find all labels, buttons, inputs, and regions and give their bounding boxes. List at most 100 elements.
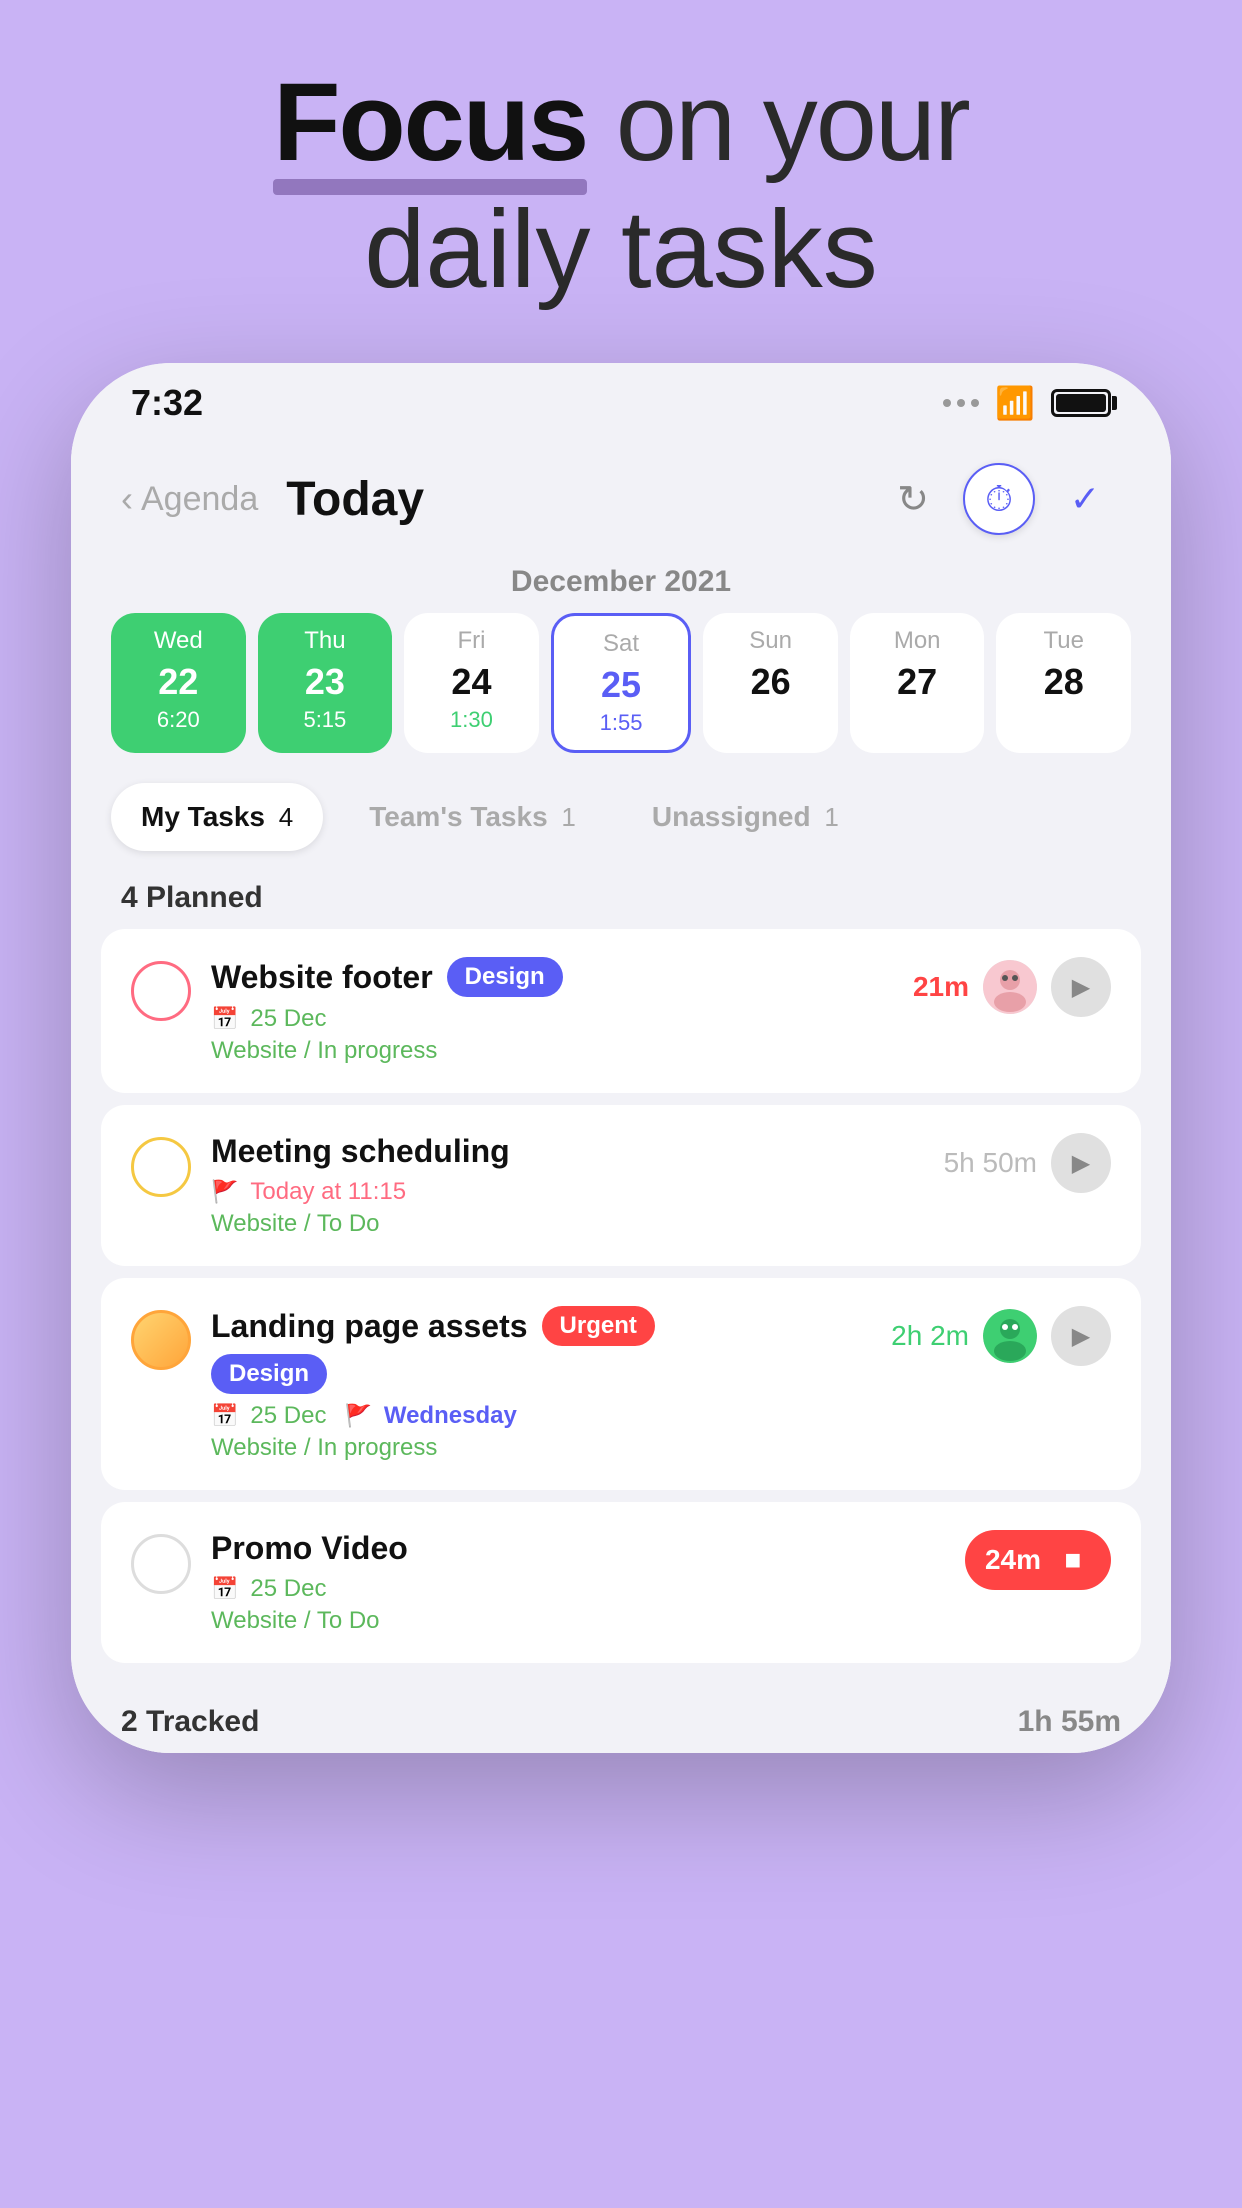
task-time-3: 2h 2m bbox=[891, 1320, 969, 1352]
tracked-total-time: 1h 55m bbox=[1018, 1705, 1121, 1739]
task-body-2: Meeting scheduling 🚩 Today at 11:15 Webs… bbox=[211, 1133, 924, 1238]
calendar-day-wed[interactable]: Wed 22 6:20 bbox=[111, 613, 246, 753]
task-actions-2: 5h 50m ▶ bbox=[944, 1133, 1111, 1193]
calendar-month: December 2021 bbox=[111, 565, 1131, 599]
tracked-title: 2 Tracked bbox=[121, 1705, 259, 1739]
task-status-1: Website / In progress bbox=[211, 1037, 893, 1065]
calendar-section: December 2021 Wed 22 6:20 Thu 23 5:15 bbox=[71, 555, 1171, 773]
task-meta-3: 📅 25 Dec 🚩 Wednesday bbox=[211, 1402, 871, 1430]
check-icon: ✓ bbox=[1070, 478, 1100, 520]
status-dots bbox=[943, 399, 979, 407]
flag-icon-3: 🚩 bbox=[344, 1403, 371, 1429]
task-project-4: Website / To Do bbox=[211, 1607, 380, 1635]
task-date-4: 25 Dec bbox=[250, 1575, 326, 1603]
task-date-1: 25 Dec bbox=[250, 1005, 326, 1033]
task-website-footer[interactable]: Website footer Design 📅 25 Dec Website /… bbox=[101, 929, 1141, 1093]
dot1 bbox=[943, 399, 951, 407]
header-line2: daily tasks bbox=[273, 187, 968, 314]
task-body-3: Landing page assets Urgent Design 📅 25 D… bbox=[211, 1306, 871, 1462]
task-right-1: 21m ▶ bbox=[913, 957, 1111, 1017]
task-project-2: Website / To Do bbox=[211, 1210, 380, 1238]
page-title: Today bbox=[286, 472, 424, 527]
header-rest: on your bbox=[587, 61, 968, 184]
task-list-section: 4 Planned Website footer Design 📅 25 Dec bbox=[71, 871, 1171, 1695]
flag-icon-2: 🚩 bbox=[211, 1179, 238, 1205]
refresh-button[interactable]: ↻ bbox=[877, 463, 949, 535]
back-icon[interactable]: ‹ bbox=[121, 478, 133, 520]
agenda-label[interactable]: Agenda bbox=[141, 480, 258, 519]
timer-button[interactable]: ⏱ bbox=[963, 463, 1035, 535]
play-button-1[interactable]: ▶ bbox=[1051, 957, 1111, 1017]
task-title-4: Promo Video bbox=[211, 1530, 408, 1567]
calendar-day-tue[interactable]: Tue 28 - bbox=[996, 613, 1131, 753]
app-content: ‹ Agenda Today ↻ ⏱ ✓ bbox=[71, 443, 1171, 1753]
task-status-3: Website / In progress bbox=[211, 1434, 871, 1462]
tracked-section: 2 Tracked 1h 55m bbox=[71, 1695, 1171, 1753]
tab-team-tasks[interactable]: Team's Tasks 1 bbox=[339, 783, 606, 851]
play-button-2[interactable]: ▶ bbox=[1051, 1133, 1111, 1193]
stop-button-4[interactable]: ■ bbox=[1055, 1542, 1091, 1578]
task-meta-1: 📅 25 Dec bbox=[211, 1005, 893, 1033]
task-status-4: Website / To Do bbox=[211, 1607, 945, 1635]
calendar-icon-4: 📅 bbox=[211, 1576, 238, 1602]
calendar-icon-3: 📅 bbox=[211, 1403, 238, 1429]
task-landing-page[interactable]: Landing page assets Urgent Design 📅 25 D… bbox=[101, 1278, 1141, 1490]
timer-badge-4[interactable]: 24m ■ bbox=[965, 1530, 1111, 1590]
task-project-3: Website / In progress bbox=[211, 1434, 437, 1462]
battery-icon bbox=[1051, 389, 1111, 417]
timer-time-4: 24m bbox=[985, 1544, 1041, 1576]
status-bar: 7:32 📶 bbox=[71, 363, 1171, 443]
task-promo-video[interactable]: Promo Video 📅 25 Dec Website / To Do 24m bbox=[101, 1502, 1141, 1663]
nav-right: ↻ ⏱ ✓ bbox=[877, 463, 1121, 535]
tab-my-tasks[interactable]: My Tasks 4 bbox=[111, 783, 323, 851]
tracked-header: 2 Tracked 1h 55m bbox=[71, 1695, 1171, 1753]
task-badge-urgent-3: Urgent bbox=[542, 1306, 655, 1346]
phone-frame: 7:32 📶 ‹ Agenda Today bbox=[71, 363, 1171, 1753]
page-header: Focus on your daily tasks bbox=[273, 60, 968, 313]
timer-icon: ⏱ bbox=[985, 478, 1013, 521]
task-checkbox-2[interactable] bbox=[131, 1137, 191, 1197]
task-right-2: 5h 50m ▶ bbox=[944, 1133, 1111, 1193]
task-checkbox-1[interactable] bbox=[131, 961, 191, 1021]
task-title-1: Website footer bbox=[211, 959, 433, 996]
task-right-3: 2h 2m ▶ bbox=[891, 1306, 1111, 1366]
task-badges-row-3: Design bbox=[211, 1354, 871, 1394]
task-checkbox-4[interactable] bbox=[131, 1534, 191, 1594]
task-status-2: Website / To Do bbox=[211, 1210, 924, 1238]
task-title-2: Meeting scheduling bbox=[211, 1133, 510, 1170]
task-avatar-1 bbox=[983, 960, 1037, 1014]
task-actions-3: 2h 2m ▶ bbox=[891, 1306, 1111, 1366]
planned-header: 4 Planned bbox=[71, 871, 1171, 929]
task-meeting-scheduling[interactable]: Meeting scheduling 🚩 Today at 11:15 Webs… bbox=[101, 1105, 1141, 1266]
calendar-day-mon[interactable]: Mon 27 - bbox=[850, 613, 985, 753]
header-focus-word: Focus bbox=[273, 60, 587, 187]
task-project-1: Website / In progress bbox=[211, 1037, 437, 1065]
planned-title: 4 Planned bbox=[121, 881, 263, 915]
task-time-2: 5h 50m bbox=[944, 1147, 1037, 1179]
task-badge-design-1: Design bbox=[447, 957, 563, 997]
play-button-3[interactable]: ▶ bbox=[1051, 1306, 1111, 1366]
task-actions-1: 21m ▶ bbox=[913, 957, 1111, 1017]
task-time-1: 21m bbox=[913, 971, 969, 1003]
checkmark-button[interactable]: ✓ bbox=[1049, 463, 1121, 535]
calendar-day-thu[interactable]: Thu 23 5:15 bbox=[258, 613, 393, 753]
tabs-section: My Tasks 4 Team's Tasks 1 Unassigned 1 bbox=[71, 773, 1171, 871]
task-meta-4: 📅 25 Dec bbox=[211, 1575, 945, 1603]
task-date-3: 25 Dec bbox=[250, 1402, 326, 1430]
calendar-day-fri[interactable]: Fri 24 1:30 bbox=[404, 613, 539, 753]
calendar-day-sun[interactable]: Sun 26 - bbox=[703, 613, 838, 753]
nav-left: ‹ Agenda Today bbox=[121, 472, 424, 527]
task-wednesday-3: Wednesday bbox=[384, 1402, 517, 1430]
task-date-2: Today at 11:15 bbox=[250, 1178, 406, 1206]
task-avatar-3 bbox=[983, 1309, 1037, 1363]
tab-unassigned[interactable]: Unassigned 1 bbox=[622, 783, 869, 851]
wifi-icon: 📶 bbox=[995, 384, 1035, 422]
calendar-days[interactable]: Wed 22 6:20 Thu 23 5:15 Fri 24 1:30 bbox=[111, 613, 1131, 753]
dot2 bbox=[957, 399, 965, 407]
task-meta-2: 🚩 Today at 11:15 bbox=[211, 1178, 924, 1206]
tabs: My Tasks 4 Team's Tasks 1 Unassigned 1 bbox=[111, 783, 1131, 851]
status-time: 7:32 bbox=[131, 382, 203, 424]
phone-notch bbox=[481, 363, 761, 413]
calendar-day-sat[interactable]: Sat 25 1:55 bbox=[551, 613, 692, 753]
task-checkbox-3[interactable] bbox=[131, 1310, 191, 1370]
